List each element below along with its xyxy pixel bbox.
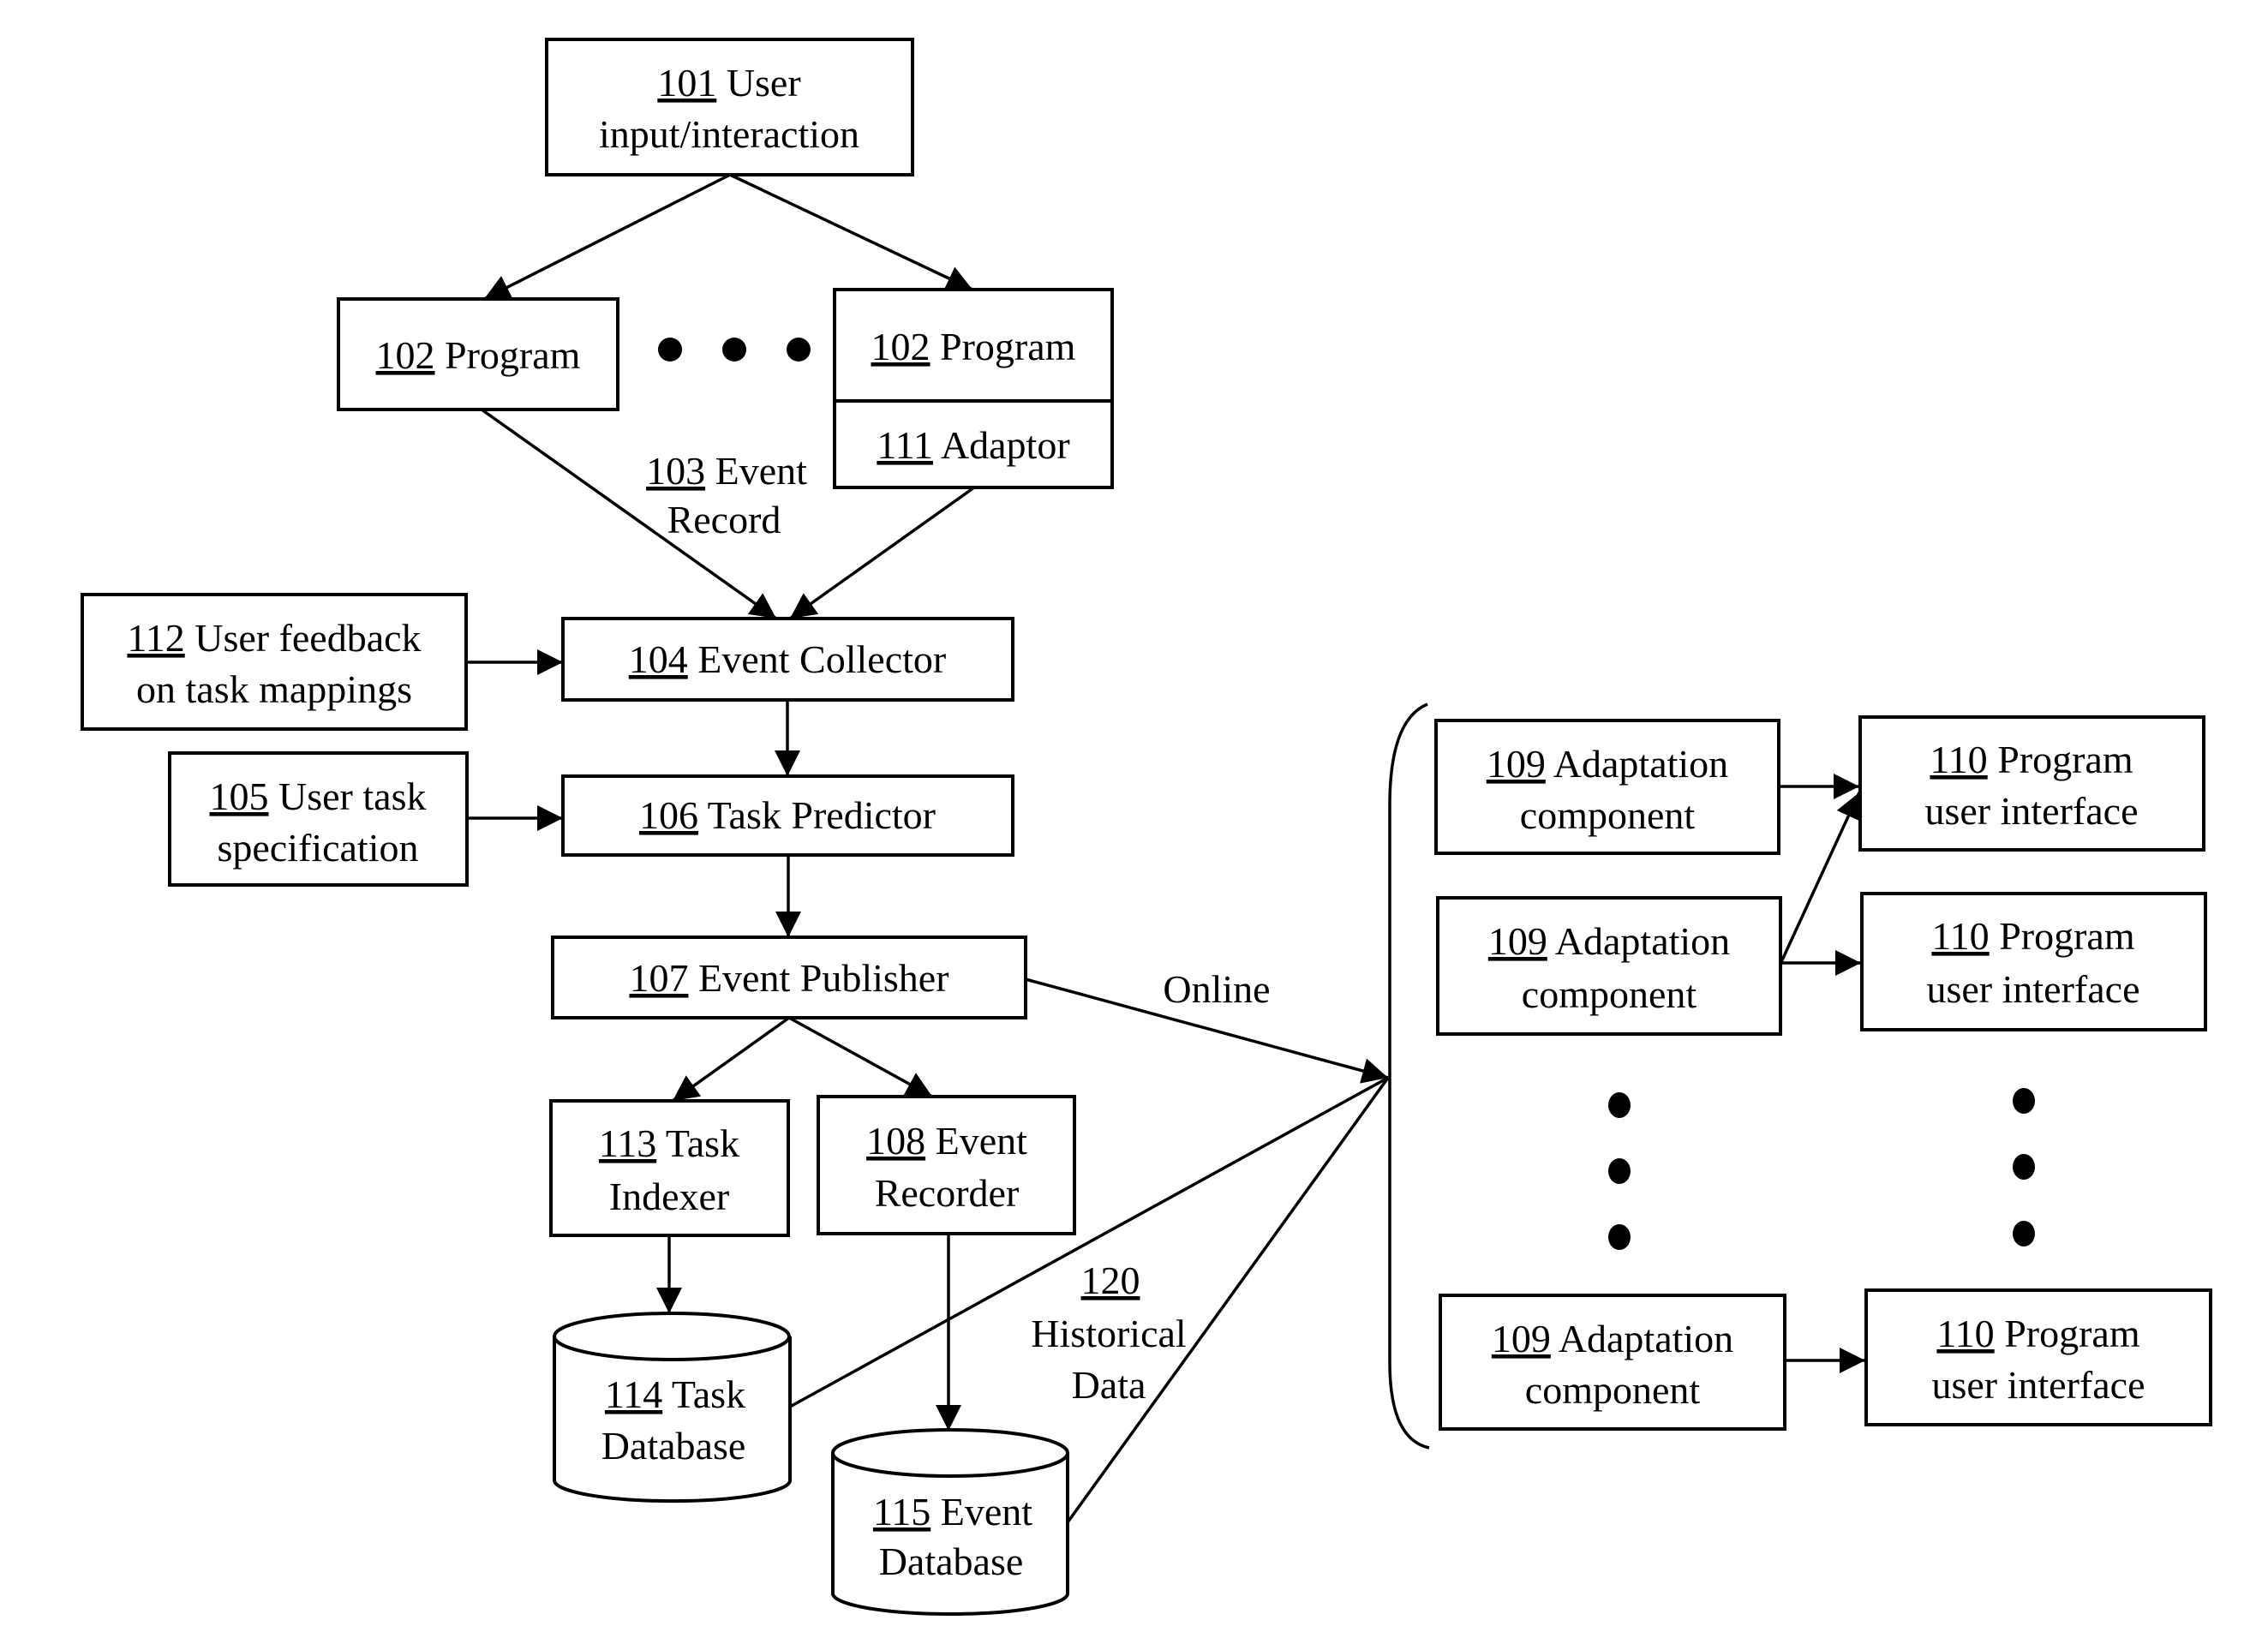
- svg-text:102 Program: 102 Program: [376, 333, 581, 377]
- label-online: Online: [1163, 967, 1270, 1011]
- svg-text:111 Adaptor: 111 Adaptor: [877, 423, 1069, 467]
- dot: [1608, 1224, 1631, 1250]
- dot: [2013, 1221, 2035, 1246]
- node-101-user-input: 101 User input/interaction: [545, 38, 914, 176]
- svg-text:109 Adaptation: 109 Adaptation: [1492, 1317, 1733, 1360]
- node-115-event-database: 115 Event Database: [831, 1428, 1069, 1616]
- label-120-historical-data: 120 Historical Data: [1031, 1258, 1186, 1407]
- svg-text:108 Event: 108 Event: [866, 1119, 1027, 1163]
- svg-text:101 User: 101 User: [657, 61, 800, 105]
- svg-text:105 User task: 105 User task: [210, 774, 427, 818]
- svg-text:component: component: [1520, 793, 1696, 837]
- dot: [658, 338, 682, 362]
- dot: [2013, 1088, 2035, 1114]
- edge-111-104: [788, 486, 976, 620]
- svg-text:114 Task: 114 Task: [605, 1372, 745, 1416]
- dot: [722, 338, 746, 362]
- svg-text:110 Program: 110 Program: [1930, 738, 2133, 781]
- ellipsis-dots-vertical-right: [2013, 1088, 2035, 1246]
- svg-text:102 Program: 102 Program: [871, 325, 1076, 368]
- node-113-task-indexer: 113 Task Indexer: [549, 1099, 790, 1237]
- svg-text:113 Task: 113 Task: [599, 1121, 739, 1165]
- node-110-program-ui-1: 110 Program user interface: [1858, 715, 2205, 852]
- svg-text:115 Event: 115 Event: [873, 1490, 1032, 1533]
- node-109-adaptation-n: 109 Adaptation component: [1439, 1294, 1786, 1431]
- ellipsis-dots-horizontal: [658, 338, 811, 362]
- svg-text:Database: Database: [879, 1539, 1024, 1583]
- edge-101-102a: [483, 173, 731, 301]
- node-112-user-feedback: 112 User feedback on task mappings: [81, 593, 468, 731]
- edge-107-108: [788, 1016, 933, 1098]
- node-104-event-collector: 104 Event Collector: [561, 617, 1014, 702]
- edge-107-113: [671, 1016, 791, 1103]
- svg-text:Data: Data: [1072, 1363, 1146, 1407]
- svg-text:on task mappings: on task mappings: [136, 667, 412, 711]
- svg-text:120: 120: [1081, 1258, 1140, 1302]
- svg-text:110 Program: 110 Program: [1936, 1312, 2139, 1355]
- svg-text:109 Adaptation: 109 Adaptation: [1487, 742, 1728, 786]
- system-diagram: 101 User input/interaction 102 Program 1…: [81, 38, 2212, 1616]
- svg-text:Record: Record: [667, 498, 781, 541]
- label-103-event-record: 103 Event Record: [646, 449, 807, 541]
- node-109-adaptation-2: 109 Adaptation component: [1436, 896, 1782, 1036]
- edge-101-102b: [729, 173, 973, 291]
- svg-text:user interface: user interface: [1931, 1363, 2145, 1407]
- node-114-task-database: 114 Task Database: [553, 1312, 792, 1504]
- ellipsis-dots-vertical-left: [1608, 1092, 1631, 1250]
- svg-text:112 User feedback: 112 User feedback: [127, 616, 421, 660]
- dot: [787, 338, 811, 362]
- svg-text:input/interaction: input/interaction: [599, 112, 859, 156]
- dot: [1608, 1158, 1631, 1184]
- svg-text:Historical: Historical: [1031, 1312, 1186, 1355]
- svg-text:Recorder: Recorder: [875, 1171, 1020, 1215]
- node-102-program-left: 102 Program: [337, 297, 619, 411]
- svg-text:106 Task Predictor: 106 Task Predictor: [639, 793, 936, 837]
- svg-text:103 Event: 103 Event: [646, 449, 807, 493]
- svg-text:component: component: [1522, 972, 1697, 1016]
- node-107-event-publisher: 107 Event Publisher: [551, 936, 1027, 1019]
- node-102-program-right: 102 Program: [833, 288, 1114, 403]
- node-111-adaptor: 111 Adaptor: [833, 399, 1114, 489]
- svg-text:user interface: user interface: [1924, 789, 2138, 833]
- svg-text:component: component: [1525, 1368, 1701, 1412]
- node-110-program-ui-2: 110 Program user interface: [1860, 892, 2207, 1031]
- svg-text:specification: specification: [217, 826, 418, 870]
- ref-number: 101: [657, 61, 716, 105]
- dot: [1608, 1092, 1631, 1118]
- node-108-event-recorder: 108 Event Recorder: [817, 1095, 1076, 1235]
- svg-text:109 Adaptation: 109 Adaptation: [1488, 919, 1730, 963]
- svg-text:user interface: user interface: [1926, 967, 2139, 1011]
- node-105-user-task-spec: 105 User task specification: [168, 751, 469, 887]
- node-110-program-ui-n: 110 Program user interface: [1864, 1288, 2212, 1426]
- node-106-task-predictor: 106 Task Predictor: [561, 774, 1014, 857]
- group-brace: [1388, 702, 1430, 1450]
- svg-text:110 Program: 110 Program: [1931, 914, 2134, 958]
- svg-text:Indexer: Indexer: [609, 1175, 729, 1218]
- edge-109b-110a: [1779, 792, 1861, 965]
- svg-text:Database: Database: [601, 1424, 746, 1468]
- node-109-adaptation-1: 109 Adaptation component: [1434, 719, 1780, 855]
- svg-text:107 Event Publisher: 107 Event Publisher: [629, 956, 948, 1000]
- dot: [2013, 1154, 2035, 1180]
- svg-text:104 Event Collector: 104 Event Collector: [629, 637, 946, 681]
